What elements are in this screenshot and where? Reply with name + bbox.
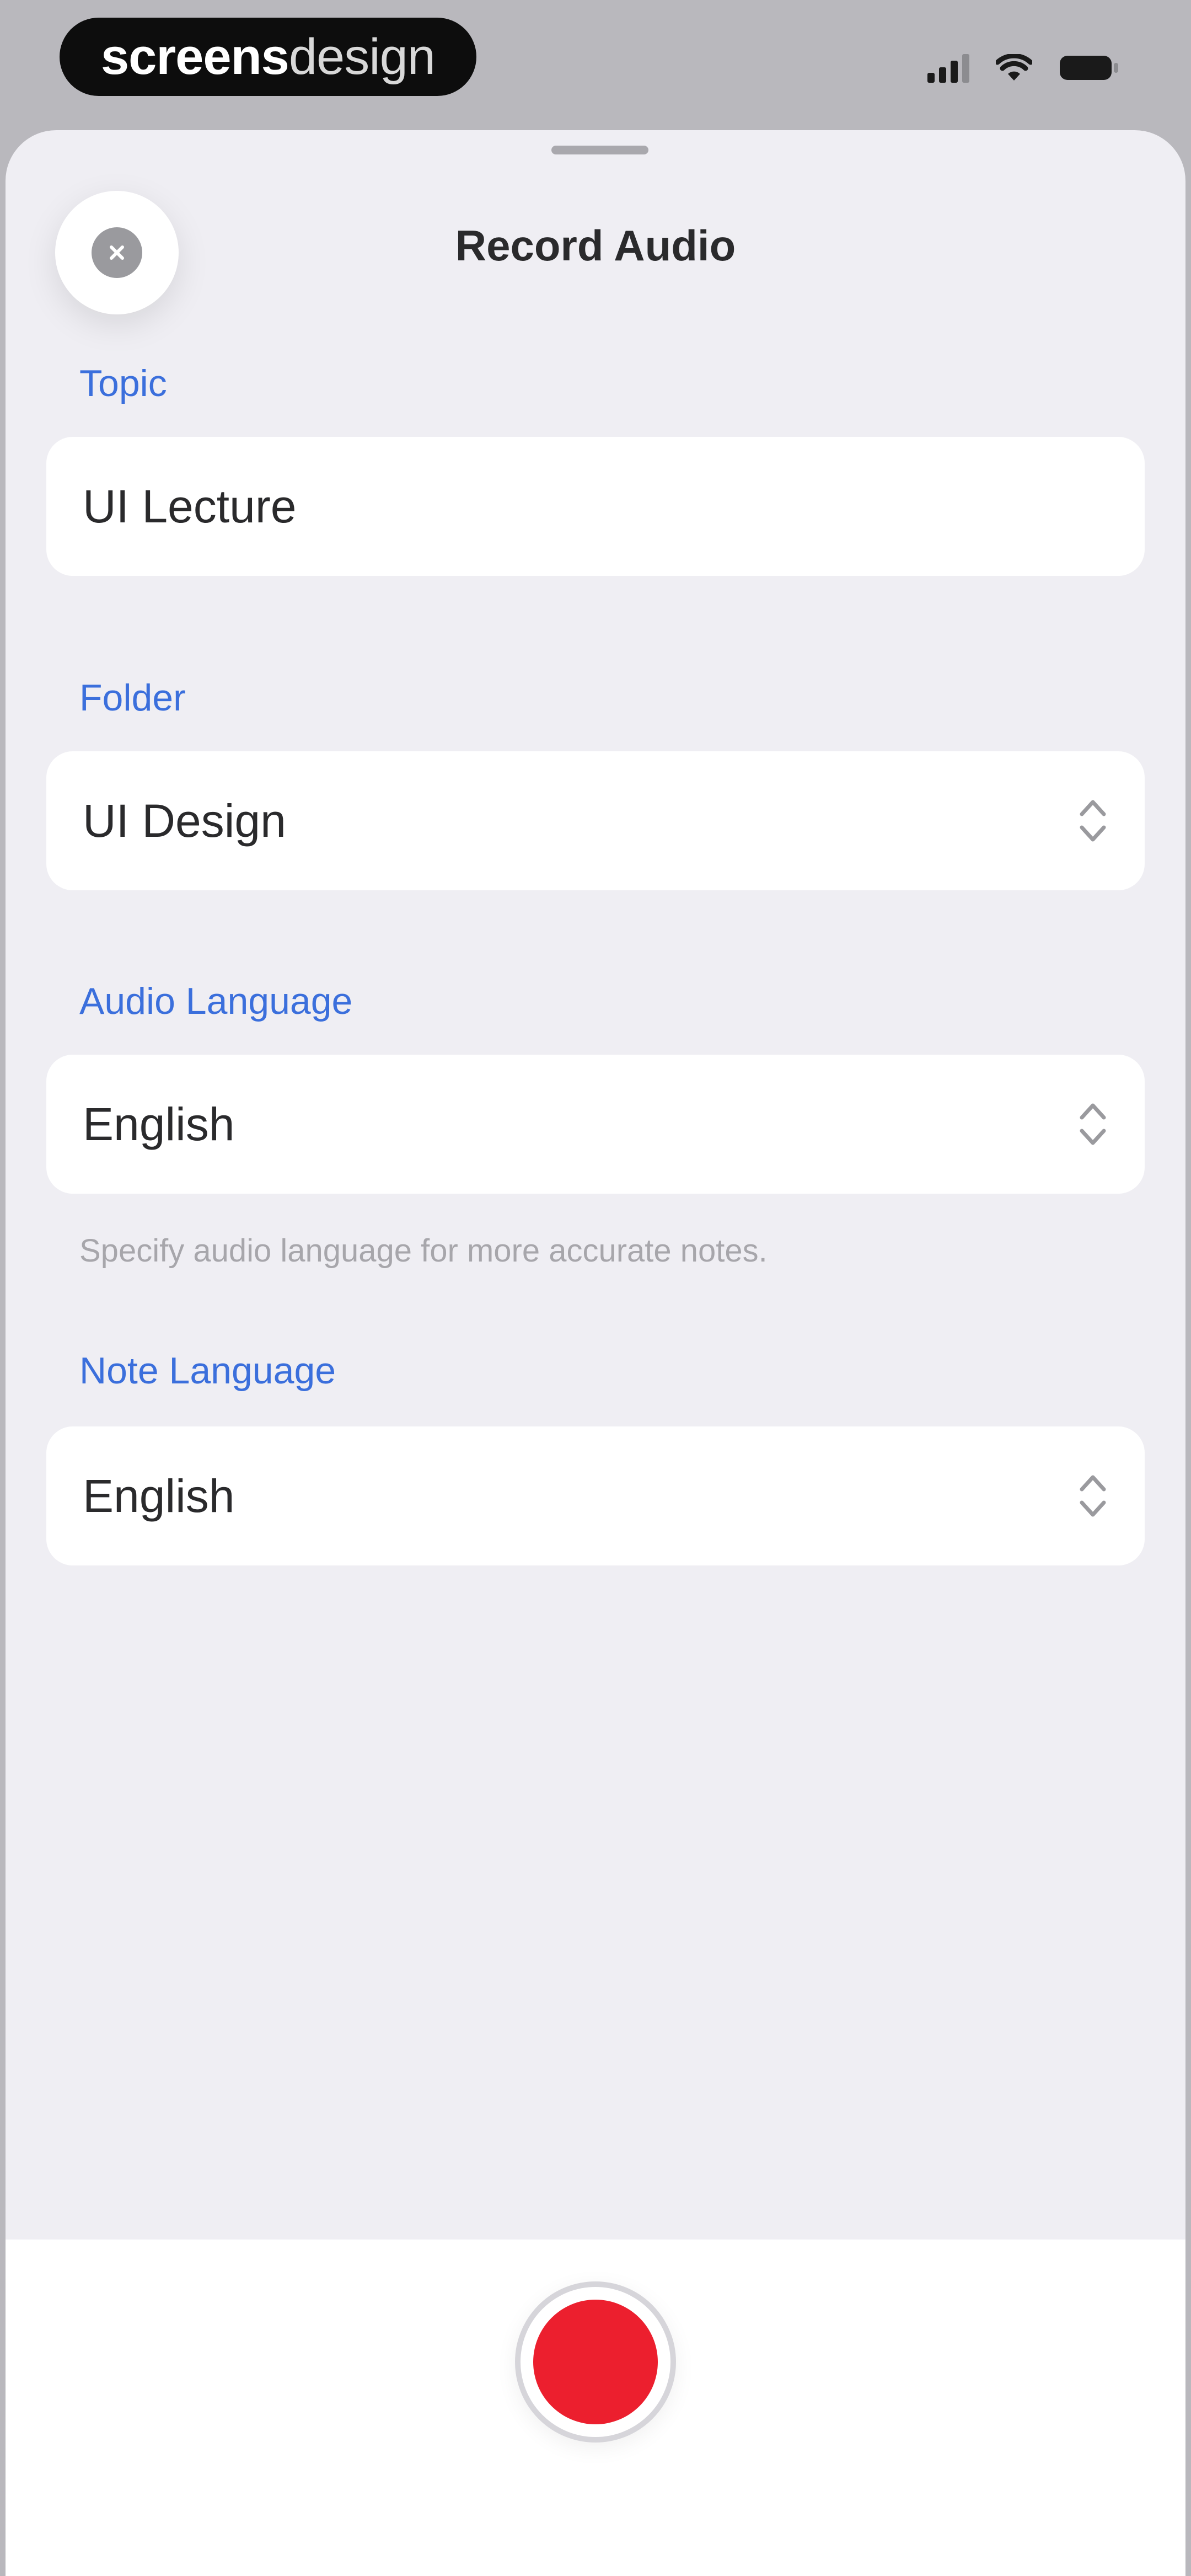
record-audio-sheet: Record Audio Topic Folder UI Design Audi…: [6, 130, 1185, 2576]
note-language-value: English: [83, 1469, 235, 1522]
audio-language-helper: Specify audio language for more accurate…: [79, 1233, 768, 1269]
brand-logo-light: design: [288, 28, 436, 85]
chevron-updown-icon: [1077, 794, 1108, 847]
status-bar: screens design: [0, 0, 1191, 130]
topic-label: Topic: [79, 362, 167, 404]
status-icons: [927, 49, 1119, 87]
note-language-label: Note Language: [79, 1350, 336, 1392]
record-footer: [6, 2240, 1185, 2576]
audio-language-label: Audio Language: [79, 980, 353, 1022]
folder-picker[interactable]: UI Design: [46, 751, 1145, 890]
folder-value: UI Design: [83, 794, 286, 847]
folder-label: Folder: [79, 677, 186, 719]
brand-logo: screens design: [60, 18, 476, 96]
note-language-picker[interactable]: English: [46, 1426, 1145, 1565]
wifi-icon: [996, 54, 1032, 82]
cellular-signal-icon: [927, 53, 969, 83]
page-title: Record Audio: [455, 221, 736, 270]
record-button[interactable]: [515, 2281, 676, 2443]
record-icon: [533, 2300, 658, 2424]
chevron-updown-icon: [1077, 1098, 1108, 1151]
topic-field[interactable]: [46, 437, 1145, 576]
sheet-grabber[interactable]: [551, 146, 648, 154]
topic-input[interactable]: [83, 479, 1108, 533]
battery-icon: [1059, 54, 1119, 82]
audio-language-picker[interactable]: English: [46, 1055, 1145, 1194]
chevron-updown-icon: [1077, 1469, 1108, 1522]
brand-logo-bold: screens: [101, 28, 289, 85]
audio-language-value: English: [83, 1098, 235, 1150]
